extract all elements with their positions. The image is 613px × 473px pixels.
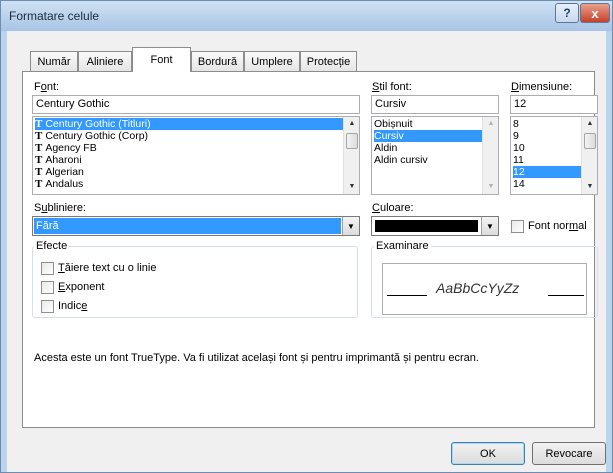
font-list[interactable]: T Century Gothic (Titluri) T Century Gothi…	[32, 116, 360, 195]
subscript-checkbox[interactable]	[41, 300, 54, 313]
format-cells-dialog: Formatare celule ? x Număr Aliniere Font…	[0, 0, 613, 473]
font-style-label: Stil font:	[372, 81, 412, 93]
chevron-down-icon[interactable]: ▼	[481, 217, 498, 235]
scroll-down-icon[interactable]: ▼	[344, 180, 359, 194]
help-icon: ?	[563, 6, 571, 20]
window-frame-right	[606, 31, 612, 472]
tab-label: Font	[150, 54, 173, 66]
font-style-item[interactable]: Cursiv	[374, 130, 482, 142]
font-list-item[interactable]: T Century Gothic (Titluri)	[35, 118, 343, 130]
underline-select[interactable]: Fără ▼	[32, 216, 360, 236]
underline-label: Subliniere:	[34, 202, 86, 214]
subscript-label: Indice	[58, 300, 88, 312]
truetype-icon: T	[35, 130, 43, 142]
font-size-item[interactable]: 14	[513, 178, 525, 190]
font-list-item[interactable]: T Algerian	[35, 166, 84, 178]
ok-button[interactable]: OK	[451, 442, 525, 465]
close-icon: x	[591, 5, 599, 21]
font-label: Font:	[34, 81, 60, 93]
font-size-item[interactable]: 10	[513, 142, 525, 154]
scroll-down-icon[interactable]: ▼	[582, 180, 597, 194]
close-button[interactable]: x	[580, 3, 610, 23]
font-list-item[interactable]: T Agency FB	[35, 142, 97, 154]
truetype-icon: T	[35, 178, 43, 190]
font-size-scrollbar[interactable]: ▲ ▼	[581, 117, 597, 194]
font-size-item[interactable]: 9	[513, 130, 519, 142]
font-size-item[interactable]: 12	[513, 166, 581, 178]
preview-sample-text: AaBbCcYyZz	[436, 280, 520, 296]
tab-label: Aliniere	[86, 55, 124, 68]
tab-fill[interactable]: Umplere	[244, 51, 300, 71]
font-size-label: Dimensiune:	[511, 81, 573, 93]
color-swatch	[375, 220, 478, 232]
font-size-list[interactable]: 8 9 10 11 12 14 ▲ ▼	[510, 116, 598, 195]
font-style-item[interactable]: Aldin	[374, 142, 397, 154]
scroll-thumb[interactable]	[346, 133, 358, 149]
font-list-item[interactable]: T Andalus	[35, 178, 83, 190]
underline-value: Fără	[34, 218, 341, 234]
cancel-button[interactable]: Revocare	[532, 442, 606, 465]
dialog-title: Formatare celule	[9, 9, 100, 23]
chevron-down-icon[interactable]: ▼	[342, 217, 359, 235]
effects-group-title: Efecte	[34, 240, 70, 252]
font-style-list[interactable]: Obișnuit Cursiv Aldin Aldin cursiv ▲ ▼	[371, 116, 499, 195]
normal-font-label: Font normal	[528, 220, 587, 232]
scroll-up-icon[interactable]: ▲	[483, 117, 498, 131]
scroll-up-icon[interactable]: ▲	[344, 117, 359, 131]
font-size-value: 12	[514, 98, 527, 110]
baseline-left	[387, 295, 427, 296]
tab-label: Număr	[37, 55, 71, 68]
font-size-field[interactable]: 12	[510, 95, 598, 114]
truetype-icon: T	[35, 166, 43, 178]
font-list-item[interactable]: T Aharoni	[35, 154, 82, 166]
title-bar[interactable]: Formatare celule ? x	[1, 1, 612, 31]
baseline-right	[548, 295, 584, 296]
color-picker[interactable]: ▼	[371, 216, 499, 236]
font-list-item[interactable]: T Century Gothic (Corp)	[35, 130, 148, 142]
truetype-icon: T	[35, 118, 43, 130]
tab-font[interactable]: Font	[132, 47, 191, 72]
tab-alignment[interactable]: Aliniere	[78, 51, 132, 71]
font-size-item[interactable]: 11	[513, 154, 524, 166]
font-list-scrollbar[interactable]: ▲ ▼	[343, 117, 359, 194]
font-style-value: Cursiv	[375, 98, 407, 110]
font-style-item[interactable]: Aldin cursiv	[374, 154, 428, 166]
tab-label: Umplere	[251, 55, 293, 68]
help-button[interactable]: ?	[555, 3, 579, 23]
tab-number[interactable]: Număr	[30, 51, 78, 71]
font-name-field[interactable]: Century Gothic	[32, 95, 360, 114]
preview-group-title: Examinare	[374, 240, 431, 252]
color-label: Culoare:	[372, 202, 414, 214]
strikethrough-label: Tăiere text cu o linie	[58, 262, 157, 274]
truetype-icon: T	[35, 142, 43, 154]
cancel-label: Revocare	[545, 447, 593, 460]
tab-label: Bordură	[197, 55, 238, 68]
font-name-value: Century Gothic	[36, 98, 110, 110]
font-style-field[interactable]: Cursiv	[371, 95, 499, 114]
scroll-up-icon[interactable]: ▲	[582, 117, 597, 131]
tab-border[interactable]: Bordură	[191, 51, 244, 71]
superscript-label: Exponent	[58, 281, 105, 293]
font-description: Acesta este un font TrueType. Va fi util…	[34, 352, 479, 364]
superscript-checkbox[interactable]	[41, 281, 54, 294]
tab-protection[interactable]: Protecție	[300, 51, 357, 71]
font-size-item[interactable]: 8	[513, 118, 519, 130]
strikethrough-checkbox[interactable]	[41, 262, 54, 275]
normal-font-checkbox[interactable]	[511, 220, 524, 233]
scroll-thumb[interactable]	[584, 133, 596, 149]
ok-label: OK	[480, 447, 496, 460]
scroll-down-icon[interactable]: ▼	[483, 180, 498, 194]
preview-box: AaBbCcYyZz	[382, 263, 587, 315]
font-style-item[interactable]: Obișnuit	[374, 118, 413, 130]
font-style-scrollbar[interactable]: ▲ ▼	[482, 117, 498, 194]
window-frame-left	[1, 31, 7, 472]
tab-label: Protecție	[306, 55, 351, 68]
truetype-icon: T	[35, 154, 43, 166]
